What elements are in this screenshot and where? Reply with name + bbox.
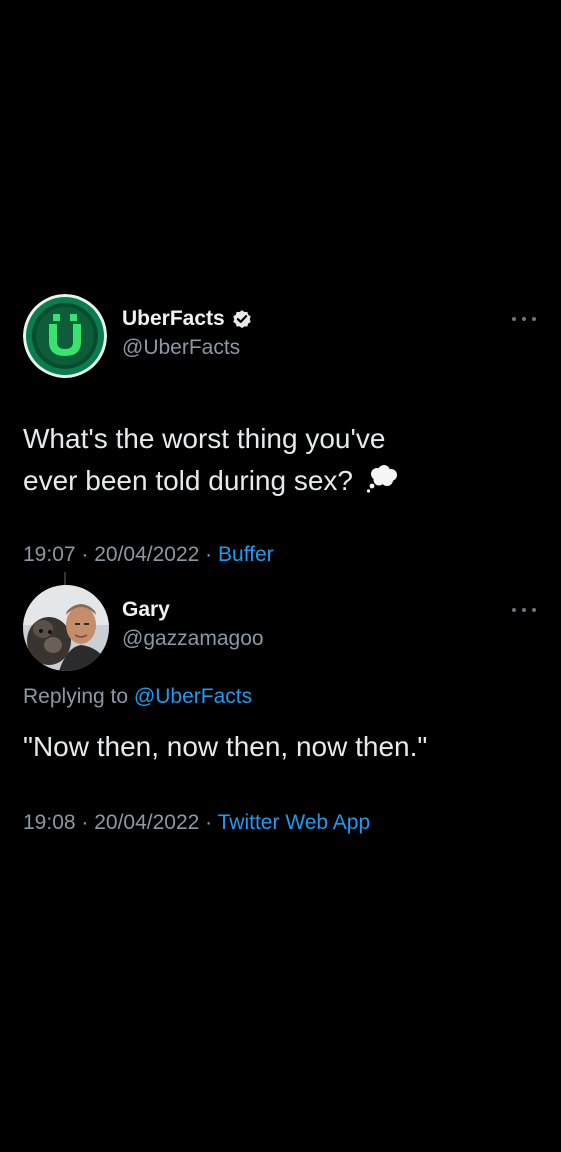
- gary-avatar[interactable]: [23, 585, 109, 671]
- uberfacts-avatar[interactable]: [23, 294, 107, 378]
- tweet-time[interactable]: 19:07: [23, 543, 76, 566]
- tweet-source-link[interactable]: Buffer: [218, 543, 274, 566]
- thread-connector: [64, 572, 66, 586]
- author-names: UberFacts @UberFacts: [122, 304, 253, 360]
- tweet-text-line: ever been told during sex?: [23, 465, 353, 496]
- reply-header: Gary @gazzamagoo: [0, 585, 561, 677]
- replying-to-line: Replying to @UberFacts: [23, 685, 253, 708]
- tweet-text: What's the worst thing you've ever been …: [23, 418, 523, 502]
- author-display-name[interactable]: UberFacts: [122, 307, 225, 331]
- tweet-date[interactable]: 20/04/2022: [94, 543, 199, 566]
- reply-meta: 19:08 · 20/04/2022 · Twitter Web App: [23, 811, 371, 834]
- reply-author-names: Gary @gazzamagoo: [122, 595, 264, 651]
- reply-author-handle[interactable]: @gazzamagoo: [122, 627, 264, 651]
- more-options-icon[interactable]: [509, 312, 539, 326]
- author-handle[interactable]: @UberFacts: [122, 336, 253, 360]
- reply-source-link[interactable]: Twitter Web App: [218, 811, 371, 834]
- more-options-icon[interactable]: [509, 603, 539, 617]
- thought-balloon-icon: [366, 465, 397, 493]
- replying-to-mention[interactable]: @UberFacts: [134, 685, 252, 708]
- uberfacts-logo: [23, 294, 107, 378]
- reply-time[interactable]: 19:08: [23, 811, 76, 834]
- reply-tweet[interactable]: Gary @gazzamagoo Replying to @UberFacts …: [0, 585, 561, 834]
- tweet-header: UberFacts @UberFacts: [0, 290, 561, 382]
- reply-date[interactable]: 20/04/2022: [94, 811, 199, 834]
- verified-badge-icon: [232, 310, 251, 329]
- tweet-text-line: What's the worst thing you've: [23, 423, 386, 454]
- gary-profile-photo: [23, 585, 109, 671]
- tweet-meta: 19:07 · 20/04/2022 · Buffer: [23, 543, 274, 566]
- reply-author-display-name[interactable]: Gary: [122, 598, 170, 622]
- reply-text: "Now then, now then, now then.": [23, 731, 428, 762]
- original-tweet[interactable]: UberFacts @UberFacts What's the worst th…: [0, 290, 561, 566]
